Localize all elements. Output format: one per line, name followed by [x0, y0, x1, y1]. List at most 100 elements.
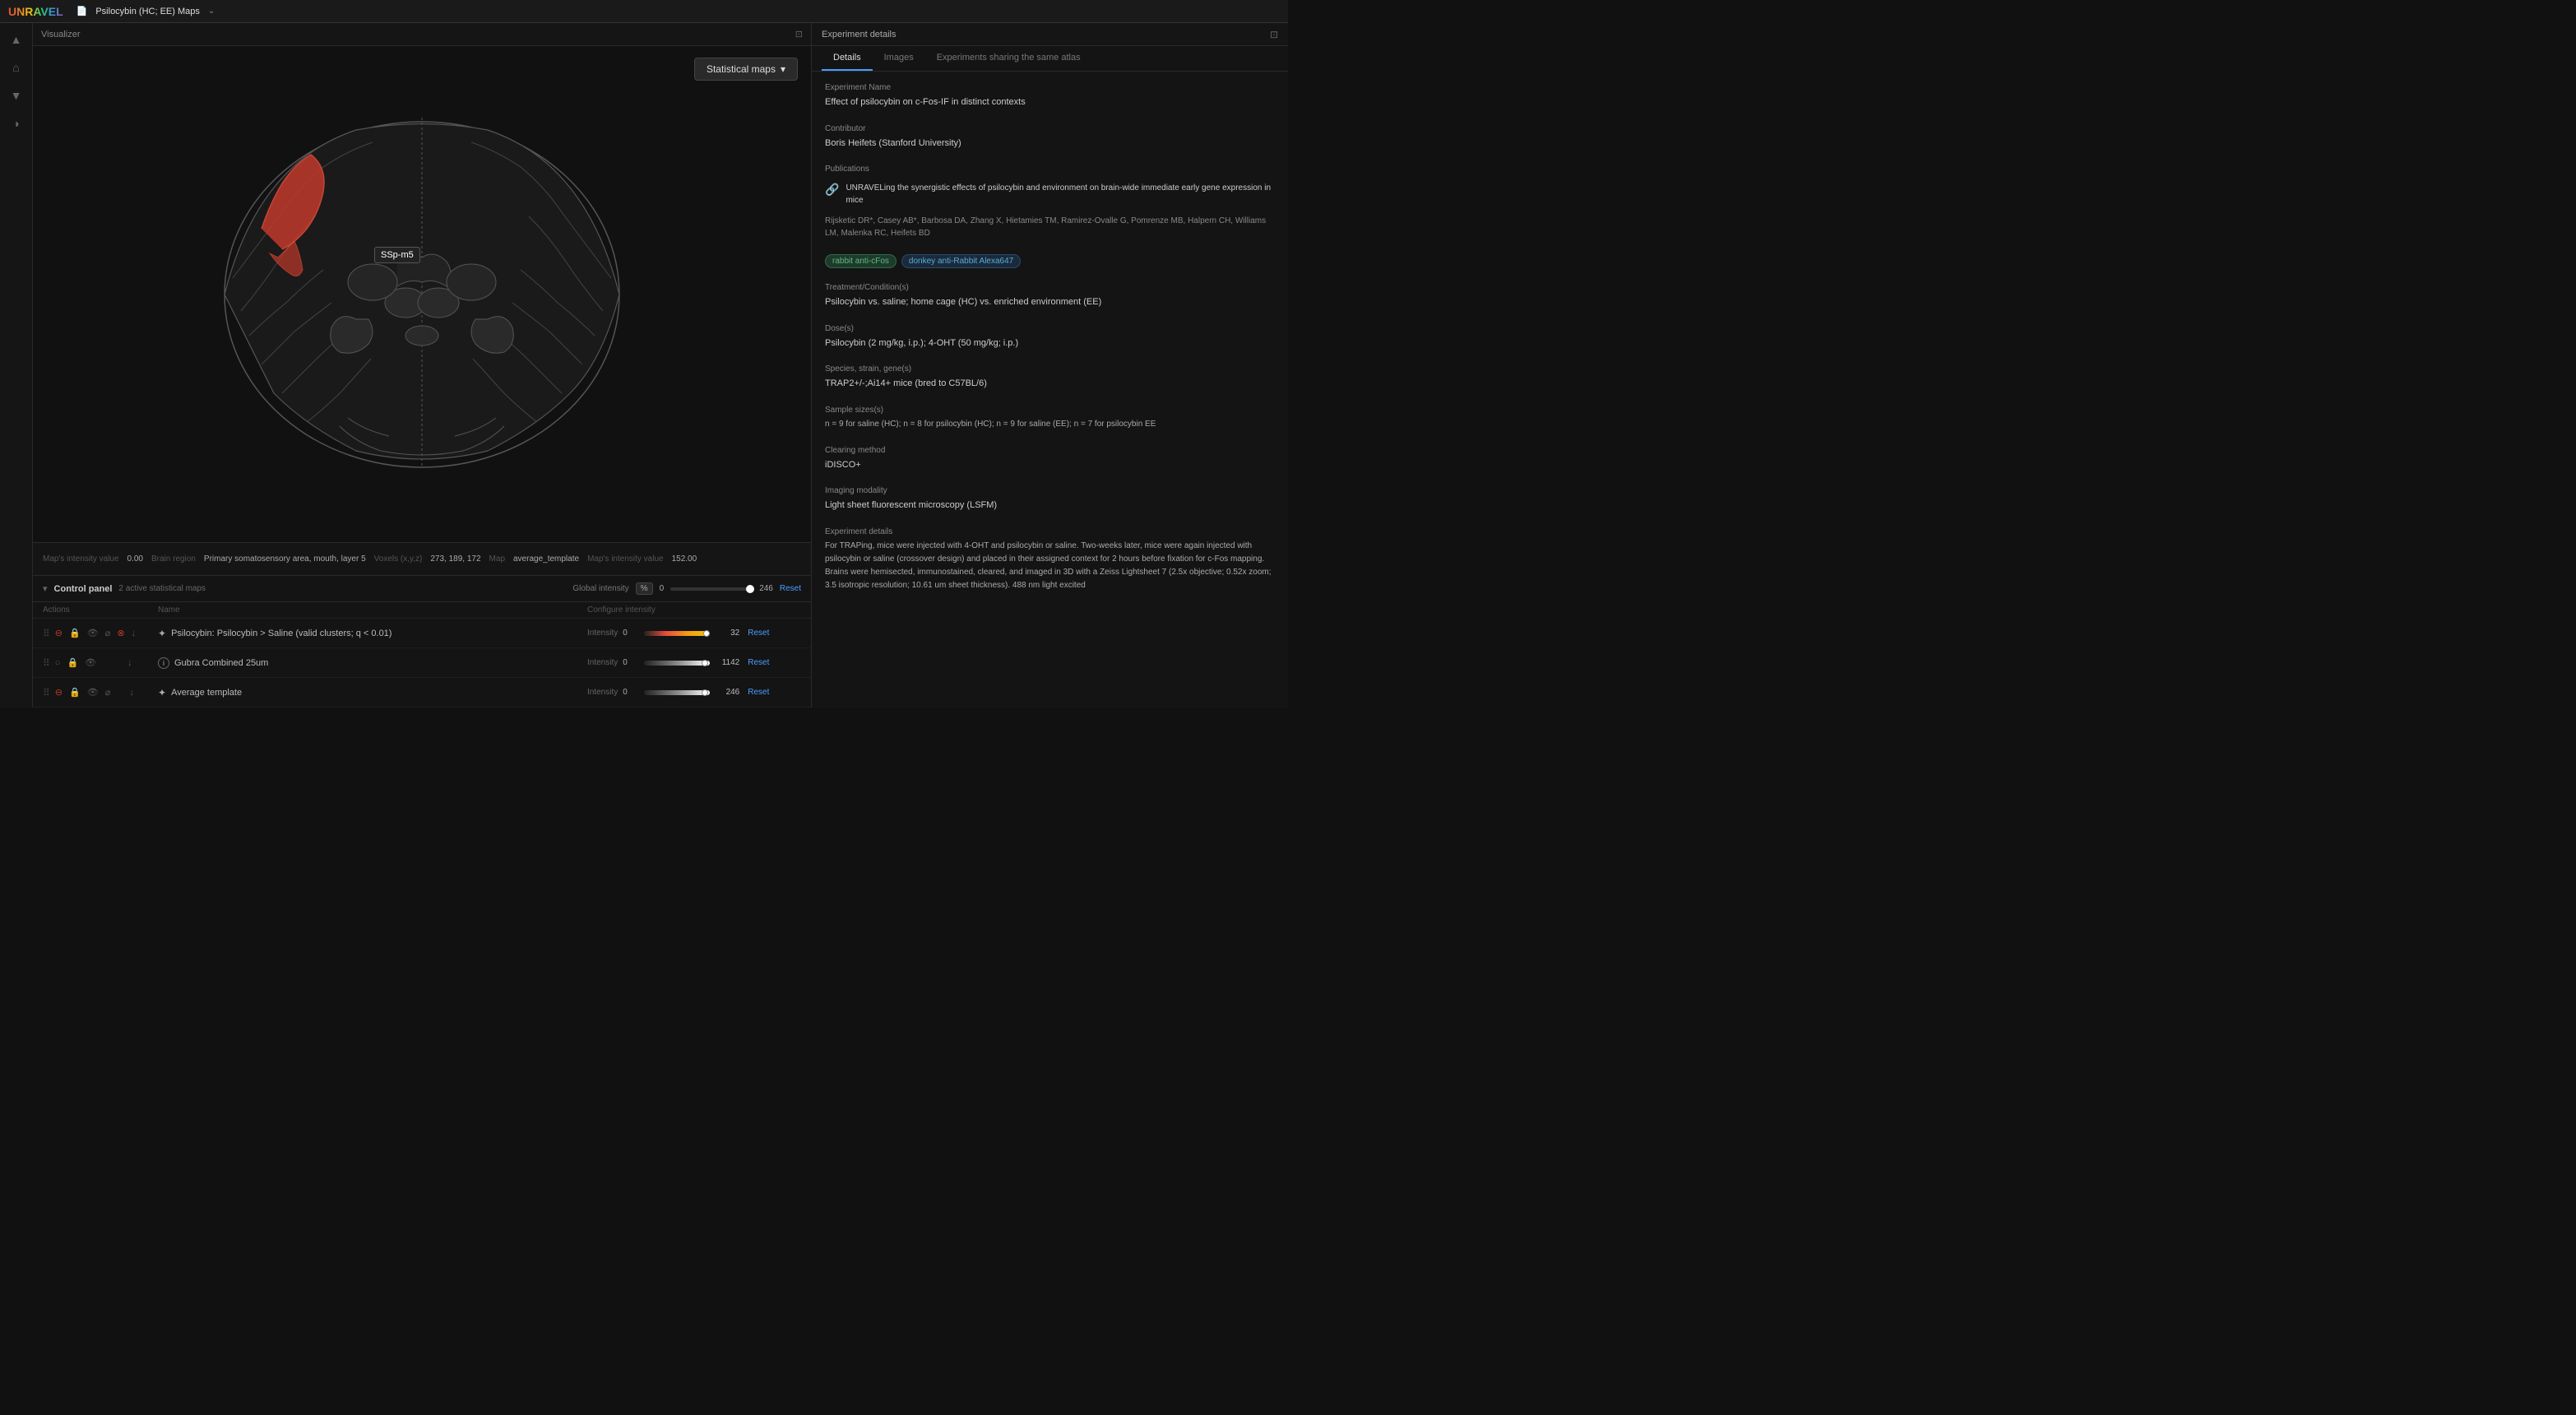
intensity-gradient-slider[interactable] — [644, 690, 710, 695]
species-label: Species, strain, gene(s) — [825, 364, 1275, 373]
global-min-value: 0 — [660, 584, 665, 593]
treatment-label: Treatment/Condition(s) — [825, 283, 1275, 292]
table-header: Actions Name Configure intensity — [33, 602, 811, 619]
document-title: Psilocybin (HC; EE) Maps — [95, 7, 200, 16]
species-section: Species, strain, gene(s) TRAP2+/-;Ai14+ … — [825, 364, 1275, 391]
global-intensity-controls: Global intensity % 0 246 Reset — [572, 582, 801, 595]
minus-icon[interactable]: ⊖ — [53, 685, 64, 699]
visualizer-header: Visualizer ⊡ — [33, 23, 811, 46]
contributor-label: Contributor — [825, 124, 1275, 133]
row1-reset-button[interactable]: Reset — [748, 629, 769, 638]
imaging-value: Light sheet fluorescent microscopy (LSFM… — [825, 499, 1275, 513]
row3-name: ✦ Average template — [158, 687, 587, 698]
voxels-value: 273, 189, 172 — [430, 554, 480, 564]
status-bar: Map's intensity value 0.00 Brain region … — [33, 542, 811, 575]
intensity-label: Intensity — [587, 688, 618, 697]
contributor-value: Boris Heifets (Stanford University) — [825, 137, 1275, 151]
contributor-section: Contributor Boris Heifets (Stanford Univ… — [825, 124, 1275, 151]
row2-reset-button[interactable]: Reset — [748, 658, 769, 667]
download-icon[interactable]: ↓ — [130, 627, 138, 640]
experiment-name-section: Experiment Name Effect of psilocybin on … — [825, 83, 1275, 109]
unlink-icon[interactable]: ⌀ — [104, 626, 113, 640]
eye-icon[interactable]: 👁 — [86, 626, 100, 640]
download-icon[interactable]: ↓ — [126, 656, 134, 670]
global-reset-button[interactable]: Reset — [780, 584, 801, 593]
layers-icon[interactable]: ◑ — [9, 114, 22, 133]
panel-close-icon[interactable]: ⊡ — [795, 29, 803, 39]
tab-sharing[interactable]: Experiments sharing the same atlas — [925, 46, 1092, 71]
publication-link: 🔗 UNRAVELing the synergistic effects of … — [825, 177, 1275, 211]
visualizer-label: Visualizer — [41, 30, 81, 39]
pct-badge[interactable]: % — [636, 582, 653, 595]
right-panel-title: Experiment details — [822, 30, 897, 39]
target-icon[interactable]: ⊗ — [115, 626, 126, 640]
table-row: ⠿ ○ 🔒 👁 ↓ i Gubra Combined 25um Intensit… — [33, 648, 811, 678]
treatment-value: Psilocybin vs. saline; home cage (HC) vs… — [825, 295, 1275, 309]
publications-label: Publications — [825, 165, 1275, 174]
map-intensity-label2: Map's intensity value — [43, 554, 119, 564]
info-icon: i — [158, 657, 169, 669]
space1 — [101, 661, 110, 665]
eye-icon[interactable]: 👁 — [86, 685, 100, 699]
publication-authors: Rijsketic DR*, Casey AB*, Barbosa DA, Zh… — [825, 215, 1275, 239]
row1-name: ✦ Psilocybin: Psilocybin > Saline (valid… — [158, 628, 587, 639]
exp-details-section: Experiment details For TRAPing, mice wer… — [825, 527, 1275, 592]
document-icon: 📄 — [76, 6, 88, 16]
chevron-down-icon[interactable]: ▼ — [7, 86, 25, 105]
row1-actions: ⠿ ⊖ 🔒 👁 ⌀ ⊗ ↓ — [43, 626, 158, 640]
control-panel-header: ▾ Control panel 2 active statistical map… — [33, 576, 811, 602]
intensity-gradient-slider[interactable] — [644, 661, 710, 666]
intensity-label: Intensity — [587, 629, 618, 638]
brain-container: SSp-m5 — [183, 97, 660, 492]
right-panel-content: Experiment Name Effect of psilocybin on … — [812, 72, 1288, 708]
home-icon[interactable]: ⌂ — [9, 58, 22, 77]
lock-icon[interactable]: 🔒 — [67, 626, 82, 640]
drag-handle-icon[interactable]: ⠿ — [43, 657, 50, 669]
row3-actions: ⠿ ⊖ 🔒 👁 ⌀ ↓ — [43, 685, 158, 699]
circle-icon[interactable]: ○ — [53, 656, 63, 670]
intensity-gradient-slider[interactable] — [644, 631, 710, 636]
map-intensity-value2: 0.00 — [127, 554, 143, 564]
intensity-max: 1142 — [715, 658, 739, 667]
right-panel-close-icon[interactable]: ⊡ — [1270, 29, 1278, 40]
tags-section: rabbit anti-cFos donkey anti-Rabbit Alex… — [825, 254, 1275, 268]
clearing-label: Clearing method — [825, 446, 1275, 455]
row3-reset-button[interactable]: Reset — [748, 688, 769, 697]
sample-label: Sample sizes(s) — [825, 406, 1275, 415]
experiment-name-label: Experiment Name — [825, 83, 1275, 92]
eye-icon[interactable]: 👁 — [83, 656, 98, 670]
global-max-value: 246 — [759, 584, 773, 593]
row1-config: Intensity 0 32 Reset — [587, 629, 801, 638]
tab-images[interactable]: Images — [873, 46, 925, 71]
download-icon[interactable]: ↓ — [127, 686, 136, 699]
species-value: TRAP2+/-;Ai14+ mice (bred to C57BL/6) — [825, 377, 1275, 391]
title-chevron-icon[interactable]: ⌄ — [208, 7, 215, 16]
chevron-down-icon: ▾ — [781, 63, 785, 75]
map-value: average_template — [513, 554, 579, 564]
drag-handle-icon[interactable]: ⠿ — [43, 628, 50, 639]
chevron-up-icon[interactable]: ▲ — [7, 30, 25, 49]
experiment-name-value: Effect of psilocybin on c-Fos-IF in dist… — [825, 95, 1275, 109]
topbar: UNRAVEL 📄 Psilocybin (HC; EE) Maps ⌄ — [0, 0, 1288, 23]
voxels-label: Voxels (x,y,z) — [374, 554, 423, 564]
space1 — [115, 691, 124, 694]
unlink-icon[interactable]: ⌀ — [104, 685, 113, 699]
left-sidebar: ▲ ⌂ ▼ ◑ — [0, 23, 33, 708]
minus-icon[interactable]: ⊖ — [53, 626, 64, 640]
right-panel: Experiment details ⊡ Details Images Expe… — [811, 23, 1288, 708]
star-icon: ✦ — [158, 687, 166, 698]
publication-title: UNRAVELing the synergistic effects of ps… — [846, 182, 1275, 206]
main-layout: ▲ ⌂ ▼ ◑ Visualizer ⊡ Statistical maps ▾ — [0, 23, 1288, 708]
collapse-icon[interactable]: ▾ — [43, 583, 48, 594]
intensity-max: 246 — [715, 688, 739, 697]
statistical-maps-button[interactable]: Statistical maps ▾ — [694, 58, 798, 81]
lock-icon[interactable]: 🔒 — [65, 656, 80, 670]
link-icon[interactable]: 🔗 — [825, 183, 839, 197]
drag-handle-icon[interactable]: ⠿ — [43, 687, 50, 698]
map-intensity-label: Map's intensity value — [587, 554, 664, 564]
global-intensity-slider[interactable] — [670, 587, 753, 591]
tab-details[interactable]: Details — [822, 46, 873, 71]
lock-icon[interactable]: 🔒 — [67, 685, 82, 699]
clearing-value: iDISCO+ — [825, 458, 1275, 472]
map-label: Map — [489, 554, 505, 564]
